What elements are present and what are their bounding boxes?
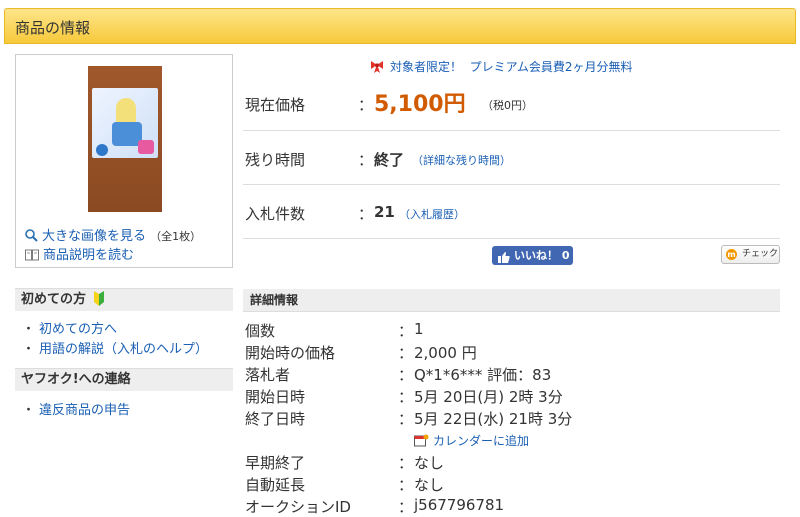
sidebar-item-beginners-guide[interactable]: ・初めての方へ [22, 318, 117, 337]
bids-count: 21 [374, 203, 395, 221]
detail-value-end-time: 5月 22日(水) 21時 3分 [414, 410, 573, 428]
view-larger-row: 大きな画像を見る （全1枚） [25, 225, 201, 246]
read-description-link[interactable]: 商品説明を読む [43, 248, 134, 263]
detail-label-winner: 落札者 [245, 366, 291, 384]
check-m-icon: m [726, 249, 737, 260]
add-to-calendar[interactable]: カレンダーに追加 [414, 432, 529, 450]
detail-value-start-time: 5月 20日(月) 2時 3分 [414, 388, 563, 406]
contact-heading: ヤフオク!への連絡 [15, 368, 233, 391]
detail-label-auto-extend: 自動延長 [245, 476, 306, 494]
check-label: チェック [742, 249, 779, 259]
detail-value-early-end: なし [414, 454, 445, 472]
divider [243, 184, 780, 185]
detail-value-winner: Q*1*6*** 評価：83 [414, 366, 552, 384]
time-remaining: 終了 [374, 151, 405, 169]
detail-label-quantity: 個数 [245, 322, 276, 340]
section-title: 商品の情報 [15, 19, 91, 37]
ribbon-icon [370, 59, 384, 73]
beginners-heading: 初めての方 [15, 288, 233, 311]
time-detail-link[interactable]: （詳細な残り時間） [412, 152, 511, 168]
detail-value-auction-id: j567796781 [414, 496, 505, 514]
image-count: （全1枚） [150, 230, 202, 243]
add-to-calendar-link[interactable]: カレンダーに追加 [433, 434, 529, 448]
product-card-image [92, 88, 158, 158]
like-button[interactable]: いいね！ 0 [492, 246, 573, 265]
divider [243, 238, 780, 239]
divider [243, 130, 780, 131]
promo-text: プレミアム会員費2ヶ月分無料 [469, 60, 633, 74]
like-label: いいね！ 0 [514, 249, 570, 262]
thumbs-up-icon [498, 250, 510, 269]
time-label: 残り時間 [245, 151, 306, 169]
detail-label-start-time: 開始日時 [245, 388, 306, 406]
view-larger-link[interactable]: 大きな画像を見る [42, 229, 146, 244]
beginner-mark-icon [93, 291, 105, 314]
detail-value-quantity: 1 [414, 320, 424, 338]
time-colon: ： [358, 151, 374, 169]
price-label: 現在価格 [245, 96, 306, 114]
bids-label: 入札件数 [245, 205, 306, 223]
detail-value-start-price: 2,000 円 [414, 344, 477, 362]
details-heading: 詳細情報 [243, 289, 780, 312]
detail-label-early-end: 早期終了 [245, 454, 306, 472]
section-header: 商品の情報 [4, 8, 796, 44]
detail-label-start-price: 開始時の価格 [245, 344, 336, 362]
read-description-row: 商品説明を読む [25, 244, 134, 265]
bids-colon: ： [358, 205, 374, 223]
thumbnail-box: 大きな画像を見る （全1枚） 商品説明を読む [15, 54, 233, 268]
calendar-icon [414, 434, 429, 450]
promo-prefix: 対象者限定！ [390, 60, 463, 74]
check-button[interactable]: m チェック [721, 245, 780, 264]
bid-history-link[interactable]: （入札履歴） [399, 206, 465, 222]
detail-label-end-time: 終了日時 [245, 410, 306, 428]
sidebar-item-glossary[interactable]: ・用語の解説（入札のヘルプ） [22, 338, 208, 357]
price-tax: （税0円） [482, 99, 533, 112]
product-thumbnail[interactable] [88, 66, 162, 212]
premium-promo[interactable]: 対象者限定！ プレミアム会員費2ヶ月分無料 [370, 58, 632, 75]
sidebar-item-report-violation[interactable]: ・違反商品の申告 [22, 399, 130, 418]
current-price: 5,100円 [374, 92, 466, 117]
detail-value-auto-extend: なし [414, 476, 445, 494]
book-icon [25, 249, 39, 265]
price-colon: ： [358, 96, 374, 114]
